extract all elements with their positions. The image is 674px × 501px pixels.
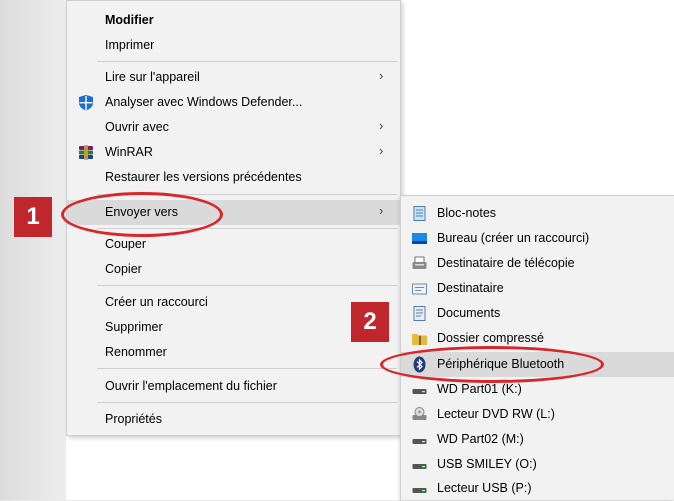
menu-item-copier[interactable]: Copier xyxy=(67,257,400,282)
menu-item-label: Copier xyxy=(105,262,142,276)
submenu-item-label: WD Part02 (M:) xyxy=(437,432,524,446)
chevron-right-icon: › xyxy=(379,203,384,218)
chevron-right-icon: › xyxy=(379,143,384,158)
menu-item-winrar[interactable]: WinRAR › xyxy=(67,140,400,165)
menu-item-label: Supprimer xyxy=(105,320,163,334)
menu-separator xyxy=(97,402,397,403)
windows-defender-icon xyxy=(77,94,95,111)
submenu-item-lecteur-usb[interactable]: Lecteur USB (P:) xyxy=(401,476,674,501)
highlight-ellipse-bluetooth xyxy=(380,346,604,383)
submenu-item-wd-part02[interactable]: WD Part02 (M:) xyxy=(401,427,674,452)
submenu-item-documents[interactable]: Documents xyxy=(401,301,674,326)
fax-icon xyxy=(411,255,428,272)
mail-recipient-icon xyxy=(411,280,428,297)
menu-item-ouvrir-emplacement[interactable]: Ouvrir l'emplacement du fichier xyxy=(67,374,400,399)
menu-separator xyxy=(97,285,397,286)
menu-item-windows-defender[interactable]: Analyser avec Windows Defender... xyxy=(67,90,400,115)
dvd-drive-icon xyxy=(411,406,428,423)
submenu-item-usb-smiley[interactable]: USB SMILEY (O:) xyxy=(401,452,674,477)
submenu-item-label: Bloc-notes xyxy=(437,206,497,220)
menu-item-renommer[interactable]: Renommer xyxy=(67,340,400,365)
menu-item-label: Couper xyxy=(105,237,146,251)
menu-item-label: Ouvrir avec xyxy=(105,120,169,134)
menu-separator xyxy=(97,61,397,62)
notepad-icon xyxy=(411,205,428,222)
submenu-item-dvd-rw[interactable]: Lecteur DVD RW (L:) xyxy=(401,402,674,427)
submenu-item-telecopie[interactable]: Destinataire de télécopie xyxy=(401,251,674,276)
submenu-item-label: Documents xyxy=(437,306,501,320)
menu-item-label: Restaurer les versions précédentes xyxy=(105,170,302,184)
submenu-item-bloc-notes[interactable]: Bloc-notes xyxy=(401,201,674,226)
background-area-bottom xyxy=(66,436,400,500)
menu-item-label: Imprimer xyxy=(105,38,155,52)
chevron-right-icon: › xyxy=(379,68,384,83)
submenu-item-label: Destinataire de télécopie xyxy=(437,256,575,270)
background-area xyxy=(400,0,674,195)
submenu-item-label: USB SMILEY (O:) xyxy=(437,457,537,471)
submenu-item-label: WD Part01 (K:) xyxy=(437,382,522,396)
drive-icon xyxy=(411,381,428,398)
chevron-right-icon: › xyxy=(379,118,384,133)
submenu-item-destinataire[interactable]: Destinataire xyxy=(401,276,674,301)
drive-icon xyxy=(411,456,428,473)
menu-item-label: Modifier xyxy=(105,13,154,27)
menu-item-restaurer-versions[interactable]: Restaurer les versions précédentes xyxy=(67,165,400,190)
menu-item-modifier[interactable]: Modifier xyxy=(67,8,400,33)
drive-icon xyxy=(411,431,428,448)
menu-item-imprimer[interactable]: Imprimer xyxy=(67,33,400,58)
menu-separator xyxy=(97,368,397,369)
menu-item-label: Analyser avec Windows Defender... xyxy=(105,95,303,109)
desktop-background xyxy=(0,0,66,500)
zip-folder-icon xyxy=(411,330,428,347)
submenu-item-label: Bureau (créer un raccourci) xyxy=(437,231,590,245)
step-1-badge: 1 xyxy=(14,197,52,237)
submenu-item-label: Destinataire xyxy=(437,281,504,295)
menu-item-label: Créer un raccourci xyxy=(105,295,208,309)
menu-item-label: Ouvrir l'emplacement du fichier xyxy=(105,379,277,393)
submenu-item-bureau[interactable]: Bureau (créer un raccourci) xyxy=(401,226,674,251)
menu-item-proprietes[interactable]: Propriétés xyxy=(67,407,400,432)
documents-icon xyxy=(411,305,428,322)
menu-item-lire-sur-appareil[interactable]: Lire sur l'appareil › xyxy=(67,65,400,90)
menu-item-ouvrir-avec[interactable]: Ouvrir avec › xyxy=(67,115,400,140)
menu-item-label: WinRAR xyxy=(105,145,153,159)
step-2-badge: 2 xyxy=(351,302,389,342)
desktop-icon xyxy=(411,230,428,247)
submenu-item-label: Lecteur DVD RW (L:) xyxy=(437,407,555,421)
menu-item-label: Lire sur l'appareil xyxy=(105,70,200,84)
menu-item-label: Propriétés xyxy=(105,412,162,426)
menu-item-label: Renommer xyxy=(105,345,167,359)
winrar-icon xyxy=(77,144,95,161)
highlight-ellipse-envoyer-vers xyxy=(61,192,223,237)
drive-icon xyxy=(411,480,428,497)
submenu-item-label: Dossier compressé xyxy=(437,331,544,345)
submenu-item-label: Lecteur USB (P:) xyxy=(437,481,532,495)
